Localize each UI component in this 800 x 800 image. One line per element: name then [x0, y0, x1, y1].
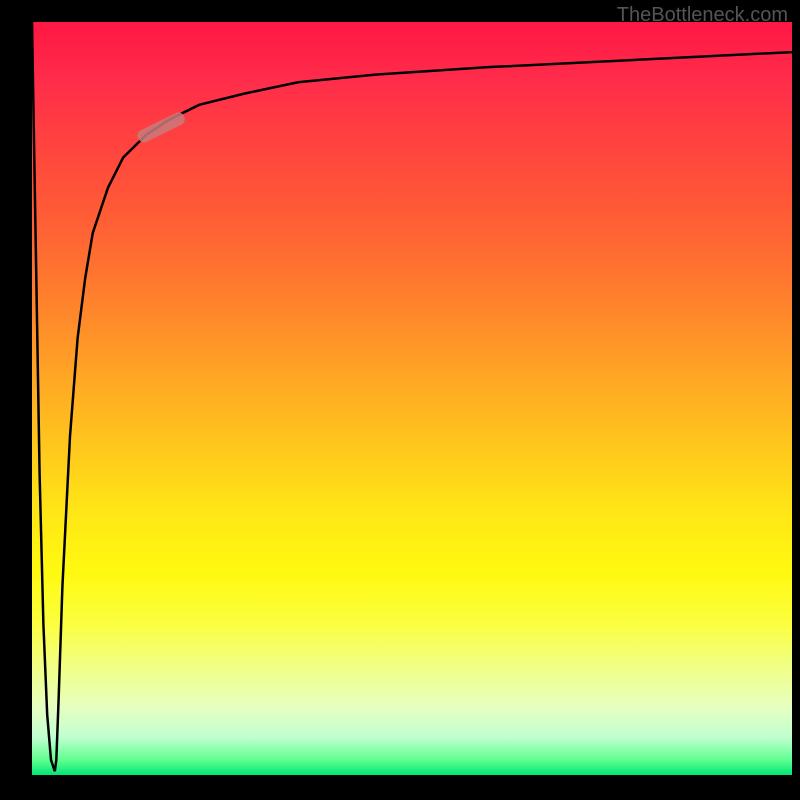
highlight-marker [136, 110, 187, 144]
chart-plot-area [32, 22, 792, 775]
watermark-text: TheBottleneck.com [617, 4, 788, 27]
chart-curve-svg [32, 22, 792, 775]
